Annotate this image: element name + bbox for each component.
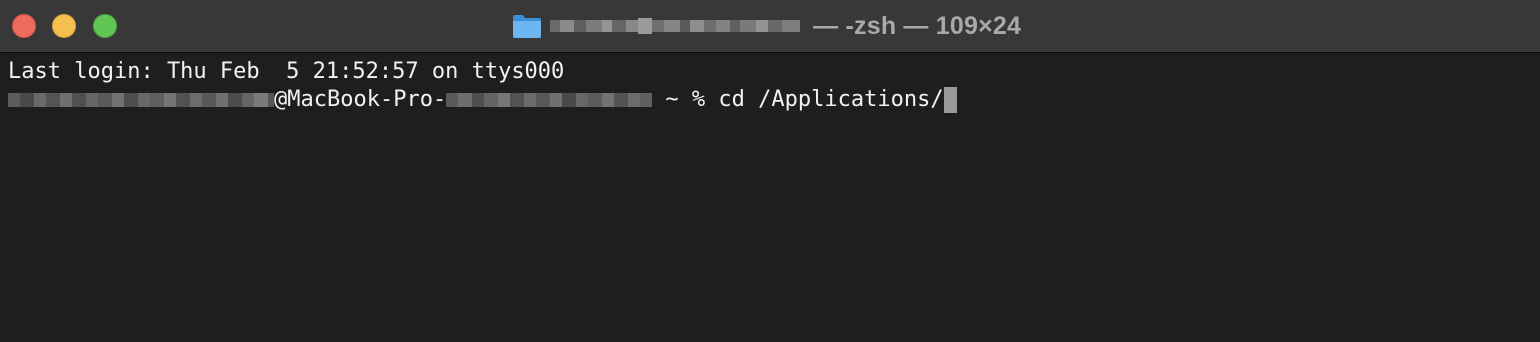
zoom-button[interactable] xyxy=(93,14,117,38)
title-bar[interactable]: — -zsh — 109×24 xyxy=(0,0,1540,53)
redacted-username xyxy=(8,93,274,107)
command-text[interactable]: cd /Applications/ xyxy=(718,86,943,114)
close-button[interactable] xyxy=(12,14,36,38)
folder-icon xyxy=(513,15,541,38)
text-cursor xyxy=(943,87,957,113)
terminal-window: — -zsh — 109×24 Last login: Thu Feb 5 21… xyxy=(0,0,1540,342)
host-name-prefix: @MacBook-Pro- xyxy=(274,87,447,112)
last-login-line: Last login: Thu Feb 5 21:52:57 on ttys00… xyxy=(8,59,565,84)
redacted-host-suffix xyxy=(446,93,653,107)
prompt-symbol: ~ % xyxy=(652,87,719,112)
prompt-line: @MacBook-Pro- ~ % cd /Applications/ xyxy=(8,86,957,114)
terminal-output[interactable]: Last login: Thu Feb 5 21:52:57 on ttys00… xyxy=(8,58,957,114)
title-text: — -zsh — 109×24 xyxy=(806,11,1022,40)
window-title: — -zsh — 109×24 xyxy=(512,10,1021,42)
minimize-button[interactable] xyxy=(52,14,76,38)
redacted-folder-name xyxy=(550,18,800,34)
